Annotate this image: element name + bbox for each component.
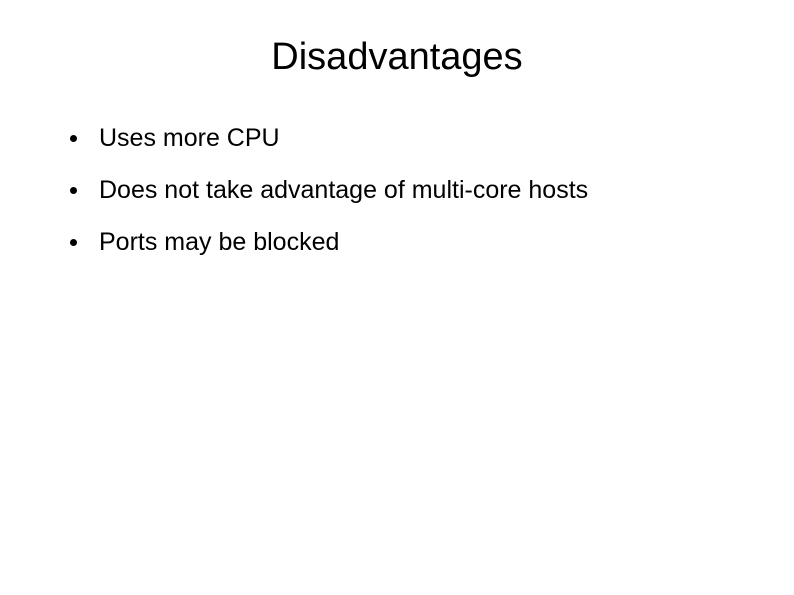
bullet-list: Uses more CPU Does not take advantage of… (40, 123, 754, 257)
bullet-text: Uses more CPU (99, 123, 280, 153)
bullet-icon (70, 187, 77, 194)
slide-container: Disadvantages Uses more CPU Does not tak… (0, 0, 794, 595)
bullet-text: Ports may be blocked (99, 227, 339, 257)
list-item: Ports may be blocked (70, 227, 754, 257)
slide-title: Disadvantages (40, 36, 754, 79)
list-item: Does not take advantage of multi-core ho… (70, 175, 754, 205)
bullet-text: Does not take advantage of multi-core ho… (99, 175, 588, 205)
bullet-icon (70, 239, 77, 246)
bullet-icon (70, 135, 77, 142)
list-item: Uses more CPU (70, 123, 754, 153)
